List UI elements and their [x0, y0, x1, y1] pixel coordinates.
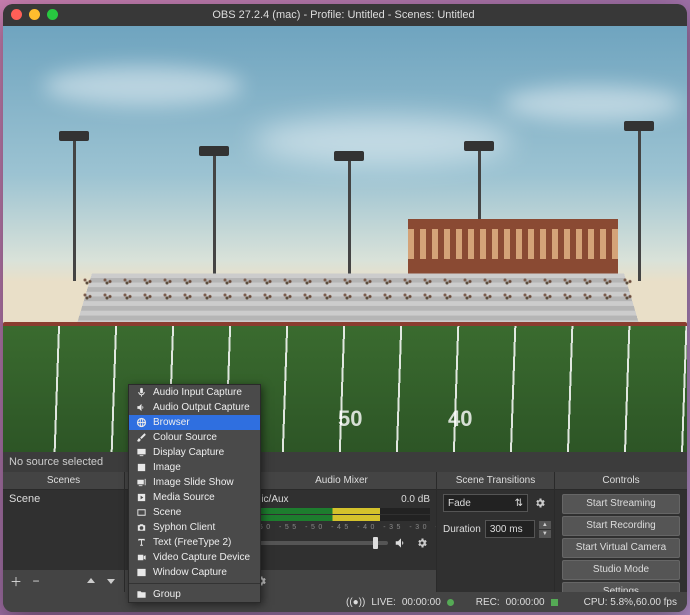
- menu-item-label: Scene: [153, 507, 181, 518]
- dock-panels: Scenes Scene ＋ − Sources ＋ −: [3, 472, 687, 592]
- brush-icon: [135, 432, 147, 444]
- transition-select-value: Fade: [448, 498, 471, 509]
- menu-item-text-freetype-2-[interactable]: Text (FreeType 2): [129, 535, 260, 550]
- monitor-icon: [135, 447, 147, 459]
- menu-item-label: Colour Source: [153, 432, 217, 443]
- scene-transitions-header: Scene Transitions: [437, 472, 554, 490]
- rec-label: REC:: [476, 597, 500, 608]
- settings-button[interactable]: Settings: [562, 582, 680, 592]
- camera-icon: [135, 522, 147, 534]
- menu-item-colour-source[interactable]: Colour Source: [129, 430, 260, 445]
- controls-header: Controls: [555, 472, 687, 490]
- menu-item-display-capture[interactable]: Display Capture: [129, 445, 260, 460]
- menu-item-label: Group: [153, 589, 181, 600]
- stepper-down[interactable]: ▼: [539, 530, 551, 538]
- image-icon: [135, 462, 147, 474]
- yard-number: 50: [338, 406, 362, 432]
- obs-window: OBS 27.2.4 (mac) - Profile: Untitled - S…: [3, 4, 687, 612]
- menu-item-label: Browser: [153, 417, 190, 428]
- scenes-header: Scenes: [3, 472, 124, 490]
- volume-meter: [253, 515, 430, 521]
- studio-mode-button[interactable]: Studio Mode: [562, 560, 680, 580]
- speaker-icon[interactable]: [394, 536, 408, 550]
- menu-item-label: Window Capture: [153, 567, 227, 578]
- add-source-menu: Audio Input Capture Audio Output Capture B…: [128, 384, 261, 603]
- scene-icon: [135, 507, 147, 519]
- transition-settings-button[interactable]: [532, 495, 548, 511]
- menu-item-label: Video Capture Device: [153, 552, 250, 563]
- mixer-channel-db: 0.0 dB: [401, 494, 430, 505]
- scene-transitions-panel: Scene Transitions Fade ⇅ Duration ▲ ▼: [437, 472, 555, 592]
- cpu-fps: CPU: 5.8%,60.00 fps: [584, 597, 677, 608]
- preview-area[interactable]: 40 50 40: [3, 26, 687, 452]
- no-source-selected-label: No source selected: [3, 452, 687, 472]
- scene-list-item[interactable]: Scene: [3, 490, 124, 508]
- menu-item-label: Audio Input Capture: [153, 387, 242, 398]
- menu-item-media-source[interactable]: Media Source: [129, 490, 260, 505]
- speaker-icon: [135, 402, 147, 414]
- live-indicator-icon: [447, 599, 454, 606]
- menu-item-label: Image Slide Show: [153, 477, 234, 488]
- window-icon: [135, 567, 147, 579]
- broadcast-icon: ((●)): [346, 597, 365, 608]
- menu-item-label: Media Source: [153, 492, 215, 503]
- chevron-updown-icon: ⇅: [515, 498, 523, 509]
- menu-item-window-capture[interactable]: Window Capture: [129, 565, 260, 580]
- titlebar: OBS 27.2.4 (mac) - Profile: Untitled - S…: [3, 4, 687, 26]
- scene-up-button[interactable]: [84, 574, 98, 588]
- play-icon: [135, 492, 147, 504]
- rec-time: 00:00:00: [506, 597, 545, 608]
- audio-mixer-panel: Audio Mixer Mic/Aux 0.0 dB -60 -55 -50 -…: [247, 472, 437, 592]
- status-bar: ((●)) LIVE: 00:00:00 REC: 00:00:00 CPU: …: [3, 592, 687, 612]
- start-streaming-button[interactable]: Start Streaming: [562, 494, 680, 514]
- video-icon: [135, 552, 147, 564]
- duration-label: Duration: [443, 524, 481, 535]
- menu-item-scene[interactable]: Scene: [129, 505, 260, 520]
- channel-settings-button[interactable]: [414, 535, 430, 551]
- menu-item-audio-input-capture[interactable]: Audio Input Capture: [129, 385, 260, 400]
- volume-slider[interactable]: [253, 541, 388, 545]
- start-virtual-camera-button[interactable]: Start Virtual Camera: [562, 538, 680, 558]
- menu-item-group[interactable]: Group: [129, 587, 260, 602]
- mic-icon: [135, 387, 147, 399]
- menu-item-label: Syphon Client: [153, 522, 215, 533]
- menu-item-syphon-client[interactable]: Syphon Client: [129, 520, 260, 535]
- rec-indicator-icon: [551, 599, 558, 606]
- mixer-channel: Mic/Aux 0.0 dB -60 -55 -50 -45 -40 -35 -…: [247, 490, 436, 555]
- duration-stepper[interactable]: ▲ ▼: [539, 521, 551, 538]
- yard-number: 40: [448, 406, 472, 432]
- scene-remove-button[interactable]: −: [29, 574, 43, 588]
- menu-item-image[interactable]: Image: [129, 460, 260, 475]
- menu-separator: [129, 583, 260, 584]
- controls-panel: Controls Start StreamingStart RecordingS…: [555, 472, 687, 592]
- live-label: LIVE:: [371, 597, 395, 608]
- folder-icon: [135, 589, 147, 601]
- menu-item-label: Image: [153, 462, 181, 473]
- meter-ticks: -60 -55 -50 -45 -40 -35 -30 -25 -20 -15: [253, 524, 430, 531]
- scenes-panel: Scenes Scene ＋ −: [3, 472, 125, 592]
- window-title: OBS 27.2.4 (mac) - Profile: Untitled - S…: [8, 9, 679, 21]
- menu-item-audio-output-capture[interactable]: Audio Output Capture: [129, 400, 260, 415]
- duration-input[interactable]: [485, 520, 535, 538]
- audio-mixer-header: Audio Mixer: [247, 472, 436, 490]
- menu-item-label: Text (FreeType 2): [153, 537, 231, 548]
- start-recording-button[interactable]: Start Recording: [562, 516, 680, 536]
- stepper-up[interactable]: ▲: [539, 521, 551, 529]
- menu-item-video-capture-device[interactable]: Video Capture Device: [129, 550, 260, 565]
- globe-icon: [135, 417, 147, 429]
- transition-select[interactable]: Fade ⇅: [443, 494, 528, 512]
- scene-down-button[interactable]: [104, 574, 118, 588]
- menu-item-image-slide-show[interactable]: Image Slide Show: [129, 475, 260, 490]
- menu-item-label: Audio Output Capture: [153, 402, 250, 413]
- menu-item-label: Display Capture: [153, 447, 224, 458]
- slides-icon: [135, 477, 147, 489]
- volume-meter: [253, 508, 430, 514]
- text-icon: [135, 537, 147, 549]
- menu-item-browser[interactable]: Browser: [129, 415, 260, 430]
- scene-add-button[interactable]: ＋: [9, 574, 23, 588]
- live-time: 00:00:00: [402, 597, 441, 608]
